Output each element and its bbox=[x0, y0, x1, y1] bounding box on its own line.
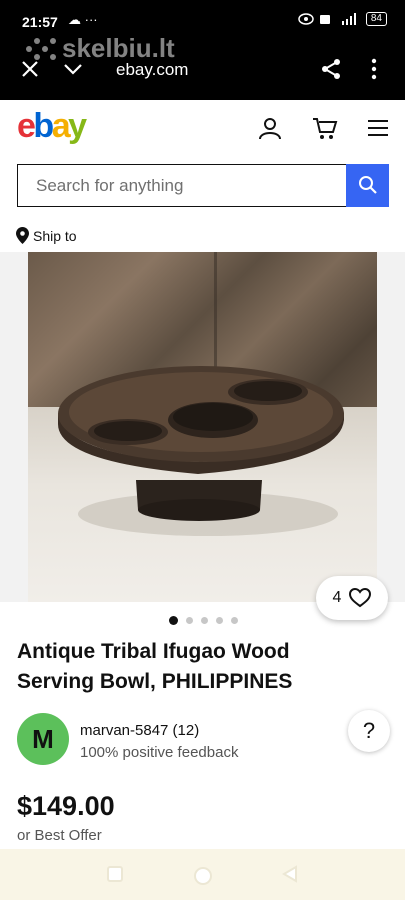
status-bar: 21:57 ☁ ··· 84 skelbiu.lt ebay.com bbox=[0, 0, 405, 100]
search-input[interactable] bbox=[18, 165, 346, 206]
cart-icon[interactable] bbox=[312, 116, 338, 140]
signal-icon bbox=[319, 13, 356, 25]
seller-feedback: 100% positive feedback bbox=[80, 744, 239, 761]
ship-to-link[interactable]: Ship to bbox=[16, 227, 77, 244]
wooden-bowl-illustration bbox=[58, 366, 344, 536]
search-icon bbox=[358, 176, 377, 194]
system-nav-bar bbox=[0, 849, 405, 900]
best-offer-label: or Best Offer bbox=[17, 827, 102, 844]
search-bar bbox=[17, 163, 389, 207]
pagination-dot-4[interactable] bbox=[216, 617, 223, 624]
pagination-dot-5[interactable] bbox=[231, 617, 238, 624]
url-text[interactable]: ebay.com bbox=[116, 60, 188, 80]
search-button[interactable] bbox=[346, 163, 389, 207]
pagination-dot-3[interactable] bbox=[201, 617, 208, 624]
image-gallery[interactable] bbox=[0, 252, 405, 602]
user-icon[interactable] bbox=[258, 116, 282, 140]
watch-count: 4 bbox=[332, 589, 342, 606]
pagination-dot-1[interactable] bbox=[169, 616, 178, 625]
location-pin-icon bbox=[16, 227, 29, 244]
close-icon[interactable] bbox=[20, 57, 40, 81]
menu-icon[interactable] bbox=[368, 116, 388, 140]
battery-icon: 84 bbox=[365, 12, 387, 26]
status-time: 21:57 bbox=[22, 14, 58, 30]
hotspot-icon bbox=[298, 13, 314, 25]
watch-button[interactable]: 4 bbox=[316, 576, 388, 620]
product-image[interactable] bbox=[28, 252, 377, 602]
logo-letter-e: e bbox=[17, 107, 36, 145]
more-options-icon[interactable] bbox=[370, 58, 378, 80]
heart-icon bbox=[349, 588, 372, 608]
pagination-dot-2[interactable] bbox=[186, 617, 193, 624]
back-icon[interactable] bbox=[282, 865, 298, 883]
help-button[interactable]: ? bbox=[348, 710, 390, 752]
ship-to-label: Ship to bbox=[33, 227, 77, 244]
site-header: ebay bbox=[0, 100, 405, 156]
image-pagination bbox=[169, 616, 238, 625]
logo-letter-y: y bbox=[68, 107, 87, 145]
seller-info[interactable]: M marvan-5847 (12) 100% positive feedbac… bbox=[17, 713, 397, 767]
share-icon[interactable] bbox=[320, 58, 342, 80]
listing-title: Antique Tribal Ifugao Wood Serving Bowl,… bbox=[17, 640, 293, 693]
seller-name[interactable]: marvan-5847 (12) bbox=[80, 722, 199, 739]
notification-icons: ☁ ··· bbox=[68, 12, 98, 27]
browser-toolbar: ebay.com bbox=[0, 55, 405, 85]
item-price: $149.00 bbox=[17, 791, 115, 821]
recent-apps-icon[interactable] bbox=[106, 865, 124, 883]
ebay-logo[interactable]: ebay bbox=[17, 107, 87, 146]
logo-letter-b: b bbox=[33, 107, 54, 145]
seller-avatar: M bbox=[17, 713, 69, 765]
system-icons: 84 bbox=[298, 12, 387, 26]
home-icon[interactable] bbox=[192, 865, 214, 887]
chevron-down-icon[interactable] bbox=[62, 57, 84, 81]
logo-letter-a: a bbox=[51, 107, 71, 145]
